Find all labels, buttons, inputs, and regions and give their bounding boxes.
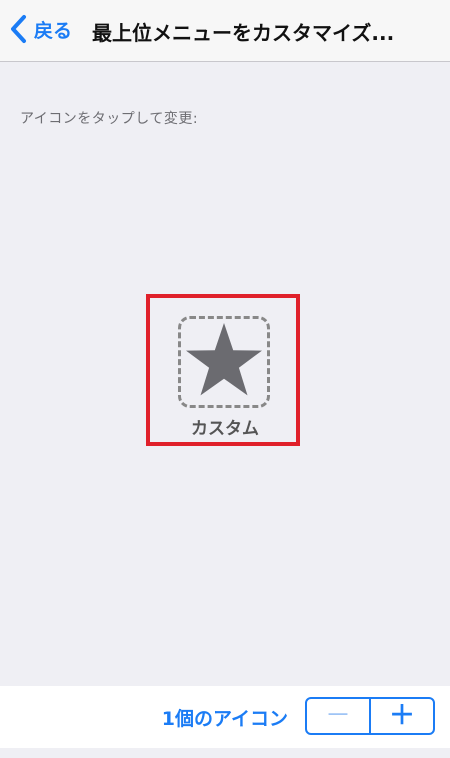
bottom-strip (0, 748, 450, 758)
decrement-button[interactable]: － (307, 699, 371, 733)
page-title: 最上位メニューをカスタマイズ... (92, 21, 395, 45)
back-label: 戻る (34, 19, 73, 42)
icon-label: カスタム (191, 419, 259, 439)
custom-icon-button[interactable] (178, 316, 270, 408)
navigation-bar: 戻る 最上位メニューをカスタマイズ... (0, 0, 450, 62)
bottom-toolbar: 1個のアイコン － ＋ (0, 686, 450, 748)
star-icon (186, 323, 262, 396)
instruction-text: アイコンをタップして変更: (20, 111, 199, 127)
chevron-left-icon (8, 14, 30, 44)
back-button[interactable]: 戻る (8, 12, 72, 46)
icon-count-label: 1個のアイコン (161, 708, 288, 730)
increment-button[interactable]: ＋ (371, 699, 433, 733)
icon-count-stepper: － ＋ (305, 697, 435, 735)
